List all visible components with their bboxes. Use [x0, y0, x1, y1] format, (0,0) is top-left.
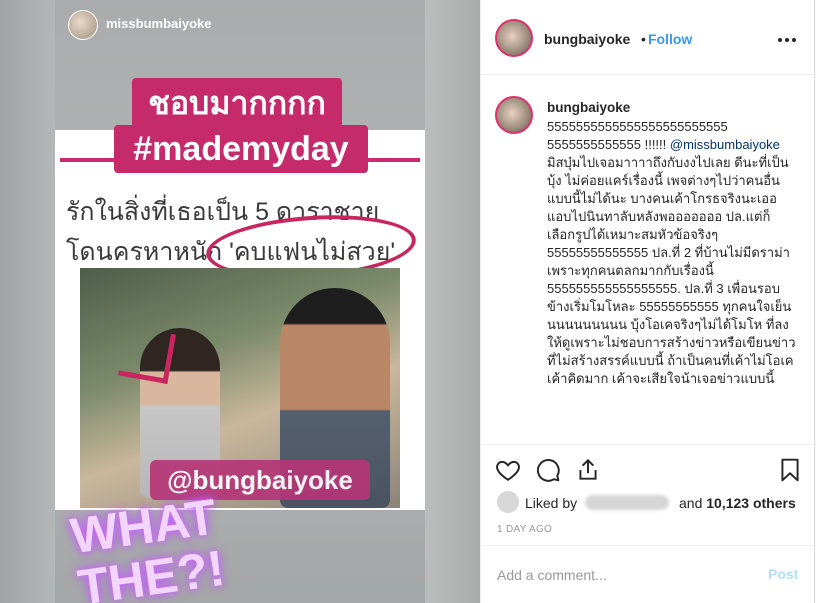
caption-text: 5555555555555555555555555 5555555555555 …	[547, 118, 797, 388]
post-media[interactable]: missbumbaiyoke รักในสิ่งที่เธอเป็น 5 ดาร…	[0, 0, 480, 603]
avatar[interactable]	[495, 19, 533, 57]
heart-icon[interactable]	[495, 457, 521, 483]
caption-area[interactable]: bungbaiyoke 5555555555555555555555555 55…	[481, 76, 814, 444]
redacted-username	[585, 495, 669, 510]
post-sidebar: bungbaiyoke • Follow bungbaiyoke 5555555…	[480, 0, 815, 603]
comment-bar: Post	[481, 545, 814, 603]
caption-mention-link[interactable]: @missbumbaiyoke	[670, 137, 780, 152]
caption-username[interactable]: bungbaiyoke	[547, 100, 630, 115]
story-username: missbumbaiyoke	[106, 16, 212, 31]
header-separator: •	[641, 31, 646, 47]
comment-icon[interactable]	[535, 457, 561, 483]
header-username[interactable]: bungbaiyoke	[544, 31, 630, 47]
caption-body: มิสบุ๋มไปเจอมาาาาถึงกับงงไปเลย ดีนะที่เป…	[547, 155, 796, 386]
caption-avatar[interactable]	[495, 96, 533, 134]
likes-others[interactable]: and 10,123 others	[679, 495, 796, 511]
share-icon[interactable]	[575, 457, 601, 483]
more-horizontal-icon[interactable]	[777, 27, 797, 48]
story-sticker-hashtag: #mademyday	[114, 125, 368, 173]
bookmark-icon[interactable]	[777, 457, 803, 483]
liked-by-label: Liked by	[525, 495, 578, 511]
post-timestamp[interactable]: 1 DAY AGO	[497, 524, 552, 535]
comment-input[interactable]	[497, 564, 747, 586]
post-header: bungbaiyoke • Follow	[481, 0, 814, 75]
others-count[interactable]: 10,123 others	[706, 495, 796, 511]
instagram-post-window: missbumbaiyoke รักในสิ่งที่เธอเป็น 5 ดาร…	[0, 0, 816, 603]
follow-button[interactable]: Follow	[648, 31, 692, 47]
post-comment-button[interactable]: Post	[768, 566, 798, 582]
and-label: and	[679, 495, 703, 511]
neon-text: WHAT THE?!	[67, 488, 228, 603]
post-actions: Liked by and 10,123 others 1 DAY AGO	[481, 444, 814, 535]
story-avatar	[68, 10, 98, 40]
liker-avatar[interactable]	[497, 491, 519, 513]
likes-summary[interactable]: Liked by and 10,123 others	[497, 491, 797, 513]
story-sticker-line1: ชอบมากกกก	[132, 78, 342, 128]
drawn-arrow	[118, 326, 176, 384]
